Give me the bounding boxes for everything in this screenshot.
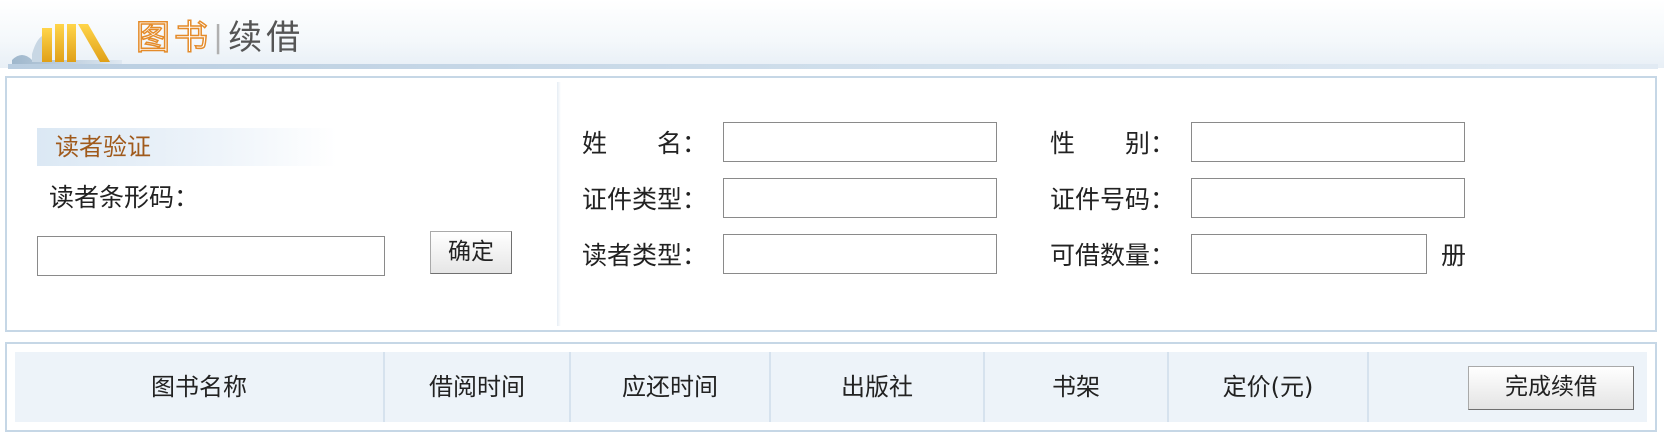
books-icon	[12, 24, 122, 66]
confirm-button[interactable]: 确定	[430, 231, 512, 274]
reader-verify-panel: 读者验证 读者条形码： 确定	[7, 78, 557, 330]
verify-section-title: 读者验证	[37, 128, 337, 166]
id-number-field[interactable]	[1191, 178, 1465, 218]
title-char: 书	[173, 17, 209, 59]
name-field[interactable]	[723, 122, 997, 162]
gender-field[interactable]	[1191, 122, 1465, 162]
book-renew-page: 图 书 | 续 借 读者验证 读者条形码： 确定 姓 名： 性 别： 证件类型：…	[0, 0, 1664, 448]
name-label: 姓 名：	[582, 129, 708, 158]
header-divider	[8, 64, 1658, 69]
id-type-field[interactable]	[723, 178, 997, 218]
borrow-limit-field[interactable]	[1191, 234, 1427, 274]
column-header-title: 图书名称	[15, 352, 385, 422]
title-separator: |	[213, 20, 224, 55]
reader-form-panel: 读者验证 读者条形码： 确定 姓 名： 性 别： 证件类型： 证件号码： 读者类…	[5, 76, 1657, 332]
column-header-price: 定价(元)	[1169, 352, 1369, 422]
borrowed-books-table-header: 图书名称 借阅时间 应还时间 出版社 书架 定价(元)	[5, 342, 1657, 432]
id-type-label: 证件类型：	[582, 185, 708, 214]
title-char: 续	[228, 18, 263, 58]
reader-type-field[interactable]	[723, 234, 997, 274]
column-header-shelf: 书架	[985, 352, 1169, 422]
borrow-limit-label: 可借数量：	[1050, 241, 1176, 270]
barcode-input[interactable]	[37, 236, 385, 276]
column-header-due-time: 应还时间	[571, 352, 771, 422]
gender-label: 性 别：	[1050, 129, 1176, 158]
id-number-label: 证件号码：	[1050, 185, 1176, 214]
finish-renew-button[interactable]: 完成续借	[1468, 366, 1634, 410]
reader-type-label: 读者类型：	[582, 241, 708, 270]
title-char: 图	[135, 17, 171, 59]
page-header: 图 书 | 续 借	[0, 0, 1664, 69]
borrow-limit-unit: 册	[1441, 241, 1467, 270]
column-header-publisher: 出版社	[771, 352, 985, 422]
barcode-label: 读者条形码：	[49, 183, 200, 212]
page-title: 图 书 | 续 借	[135, 16, 301, 60]
title-char: 借	[266, 18, 301, 58]
column-header-borrow-time: 借阅时间	[385, 352, 571, 422]
table-header-row: 图书名称 借阅时间 应还时间 出版社 书架 定价(元)	[15, 352, 1647, 422]
panel-divider	[557, 82, 561, 326]
